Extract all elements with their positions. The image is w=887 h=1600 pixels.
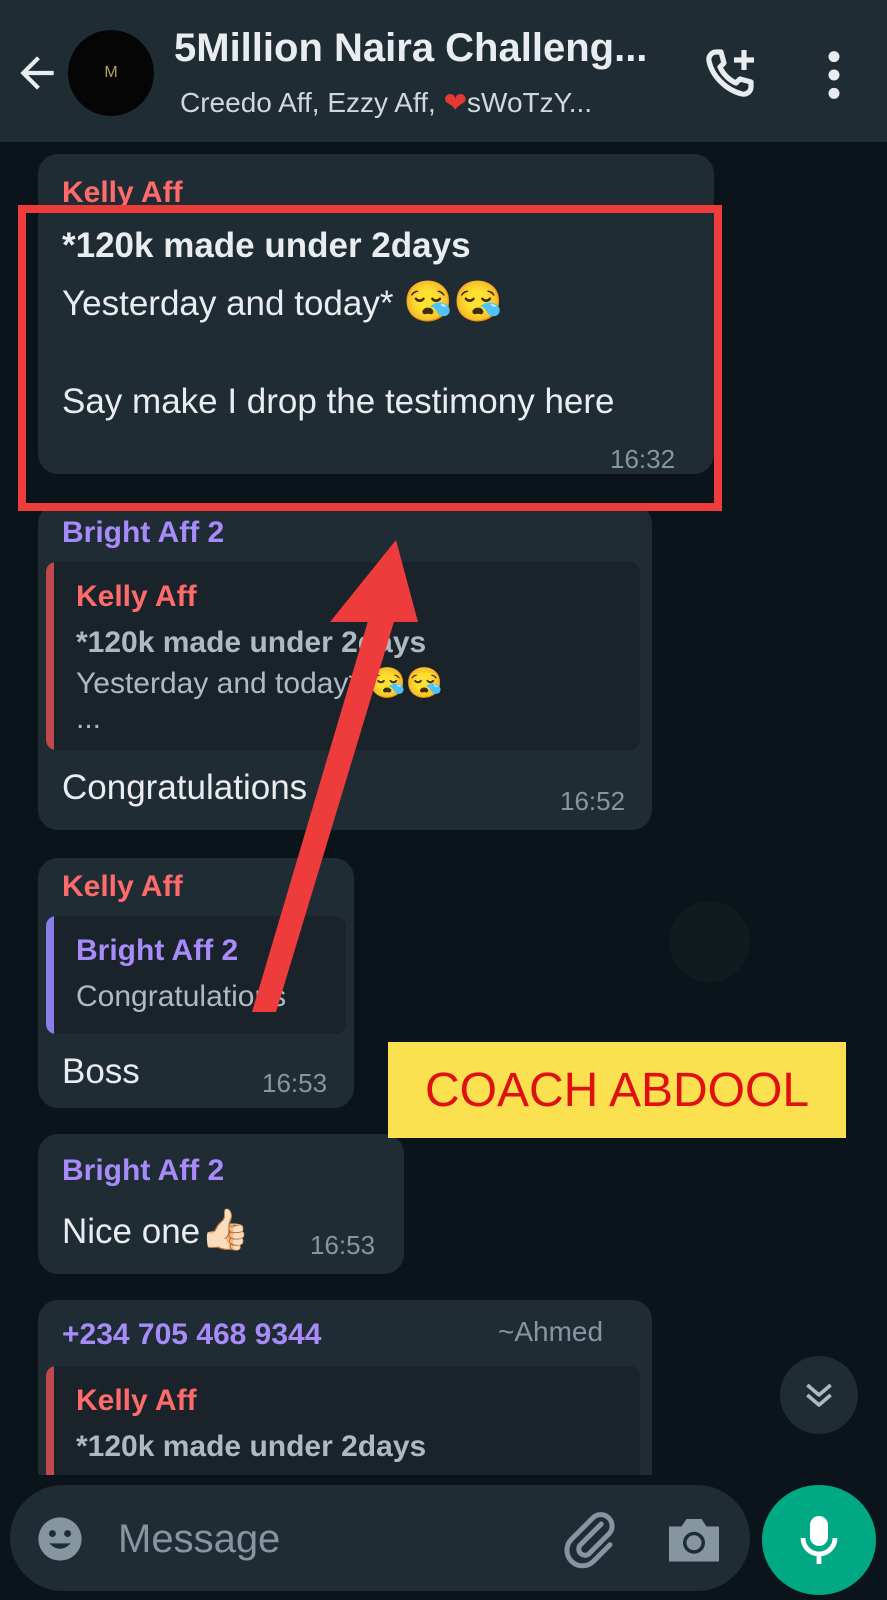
message-input-box[interactable] [10,1485,750,1591]
message-text: Nice one👍🏻 [62,1206,250,1253]
quote-sender: Bright Aff 2 [76,934,239,967]
thumbs-up-emoji: 👍🏻 [200,1208,250,1252]
quote-sender: Kelly Aff [76,1384,197,1417]
quote-sender: Kelly Aff [76,580,197,613]
quote-text: ... [76,702,102,735]
members-text: Creedo Aff, Ezzy Aff, [180,87,444,118]
message-sender[interactable]: Bright Aff 2 [62,1154,224,1188]
add-call-icon[interactable] [702,46,762,102]
quote-bar [46,1366,54,1475]
message-text-line: Nice one [62,1212,201,1251]
avatar-text: M [104,64,118,81]
quoted-message[interactable]: Bright Aff 2 Congratulations [46,916,346,1034]
heart-icon: ❤ [443,87,468,118]
emoji-icon[interactable] [34,1513,86,1565]
message-bubble[interactable]: Kelly Aff Bright Aff 2 Congratulations B… [38,858,354,1108]
members-text-2: sWoTzY... [467,87,593,118]
quoted-message[interactable]: Kelly Aff *120k made under 2days [46,1366,640,1475]
attach-icon[interactable] [560,1509,620,1569]
message-bubble[interactable]: +234 705 468 9344 ~Ahmed Kelly Aff *120k… [38,1300,652,1475]
message-sender[interactable]: +234 705 468 9344 [62,1318,321,1352]
scroll-down-button[interactable] [780,1356,858,1434]
coach-label-text: COACH ABDOOL [424,1063,810,1117]
group-title[interactable]: 5Million Naira Challeng... [174,26,674,71]
message-text: Boss [62,1052,140,1091]
message-bubble[interactable]: Bright Aff 2 Kelly Aff *120k made under … [38,504,652,830]
quote-text: *120k made under 2days [76,1430,427,1463]
scroll-down-icon [806,1383,832,1407]
sender-alias: ~Ahmed [498,1316,604,1347]
highlight-box [18,205,722,511]
message-bubble[interactable]: Bright Aff 2 Nice one👍🏻 16:53 [38,1134,404,1274]
message-time: 16:53 [262,1068,328,1098]
message-time: 16:52 [560,786,626,816]
mic-icon [800,1516,838,1564]
mic-button[interactable] [762,1485,876,1595]
back-arrow-icon[interactable] [12,48,62,98]
message-sender[interactable]: Bright Aff 2 [62,516,224,550]
message-text: Congratulations [62,768,308,807]
camera-icon[interactable] [664,1511,724,1567]
message-sender[interactable]: Kelly Aff [62,870,183,904]
quoted-message[interactable]: Kelly Aff *120k made under 2days Yesterd… [46,562,640,750]
more-vert-icon[interactable] [822,50,846,100]
quote-bar [46,916,54,1034]
quote-text-line: Yesterday and today* [76,667,369,700]
sad-emoji: 😪😪 [368,667,444,700]
message-time: 16:53 [310,1230,376,1260]
quote-text: Yesterday and today* 😪😪 [76,666,443,701]
quote-text: Congratulations [76,980,287,1013]
group-members[interactable]: Creedo Aff, Ezzy Aff, ❤sWoTzY... [180,86,670,119]
quote-text: *120k made under 2days [76,626,427,659]
coach-label: COACH ABDOOL [388,1042,846,1138]
message-input[interactable] [116,1507,540,1571]
composer [0,1475,887,1600]
quote-bar [46,562,54,750]
group-avatar[interactable]: M [68,30,154,116]
chat-header: M 5Million Naira Challeng... Creedo Aff,… [0,0,887,142]
